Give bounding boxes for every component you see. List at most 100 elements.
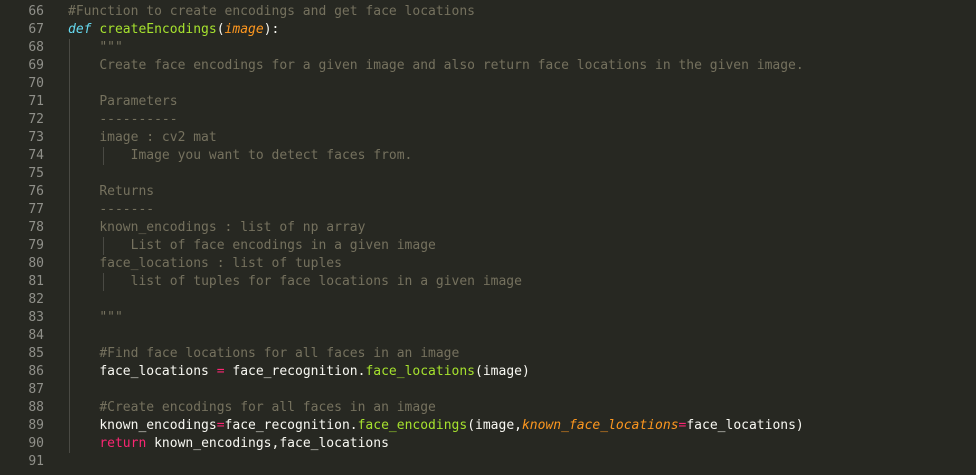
code-token-doc: List of face encodings in a given image bbox=[130, 238, 436, 253]
indentation bbox=[68, 184, 99, 199]
line-number: 73 bbox=[28, 130, 44, 145]
line-number: 89 bbox=[28, 418, 44, 433]
code-line[interactable]: 84 bbox=[0, 327, 976, 345]
code-token-doc: Parameters bbox=[99, 94, 178, 109]
line-number: 77 bbox=[28, 202, 44, 217]
code-text[interactable]: face_locations = face_recognition.face_l… bbox=[68, 363, 530, 381]
code-text[interactable]: List of face encodings in a given image bbox=[68, 237, 436, 255]
code-line[interactable]: 86 face_locations = face_recognition.fac… bbox=[0, 363, 976, 381]
line-number: 78 bbox=[28, 220, 44, 235]
code-line[interactable]: 80 face_locations : list of tuples bbox=[0, 255, 976, 273]
code-line[interactable]: 72 ---------- bbox=[0, 111, 976, 129]
code-text[interactable]: known_encodings : list of np array bbox=[68, 219, 365, 237]
code-token-comment: #Create encodings for all faces in an im… bbox=[99, 400, 436, 415]
code-token-doc: """ bbox=[99, 310, 123, 325]
line-number: 76 bbox=[28, 184, 44, 199]
line-number: 79 bbox=[28, 238, 44, 253]
code-line[interactable]: 83 """ bbox=[0, 309, 976, 327]
code-text[interactable]: """ bbox=[68, 309, 123, 327]
code-token-doc: face_locations : list of tuples bbox=[99, 256, 342, 271]
code-token-plain: face_recognition. bbox=[224, 364, 366, 379]
line-number: 82 bbox=[28, 292, 44, 307]
line-number: 86 bbox=[28, 364, 44, 379]
code-text[interactable]: #Find face locations for all faces in an… bbox=[68, 345, 459, 363]
code-token-param: known_face_locations bbox=[521, 418, 679, 433]
code-token-doc: image : cv2 mat bbox=[99, 130, 217, 145]
code-token-plain: known_encodings bbox=[99, 418, 217, 433]
code-text[interactable]: list of tuples for face locations in a g… bbox=[68, 273, 522, 291]
indent-guide bbox=[69, 165, 70, 183]
code-text[interactable]: Parameters bbox=[68, 93, 178, 111]
code-token-plain: face_recognition. bbox=[224, 418, 358, 433]
line-number: 84 bbox=[28, 328, 44, 343]
line-number: 72 bbox=[28, 112, 44, 127]
code-text[interactable]: def createEncodings(image): bbox=[68, 21, 279, 39]
code-token-keyword: def bbox=[68, 22, 92, 37]
code-line[interactable]: 73 image : cv2 mat bbox=[0, 129, 976, 147]
code-token-doc: """ bbox=[99, 40, 123, 55]
code-token-op: = bbox=[216, 418, 225, 433]
line-number: 74 bbox=[28, 148, 44, 163]
line-number: 83 bbox=[28, 310, 44, 325]
code-text[interactable]: Create face encodings for a given image … bbox=[68, 57, 804, 75]
code-line[interactable]: 66 #Function to create encodings and get … bbox=[0, 3, 976, 21]
line-number: 91 bbox=[28, 454, 44, 469]
line-number: 81 bbox=[28, 274, 44, 289]
code-line[interactable]: 74 Image you want to detect faces from. bbox=[0, 147, 976, 165]
code-line[interactable]: 67 def createEncodings(image): bbox=[0, 21, 976, 39]
code-text[interactable]: Returns bbox=[68, 183, 154, 201]
indentation bbox=[68, 130, 99, 145]
line-number: 87 bbox=[28, 382, 44, 397]
code-token-plain: ): bbox=[263, 22, 280, 37]
indentation bbox=[68, 220, 99, 235]
code-token-doc: Returns bbox=[99, 184, 155, 199]
code-text[interactable]: ------- bbox=[68, 201, 154, 219]
code-token-doc: Create face encodings for a given image … bbox=[99, 58, 804, 73]
code-line[interactable]: 88 #Create encodings for all faces in an… bbox=[0, 399, 976, 417]
code-line[interactable]: 75 bbox=[0, 165, 976, 183]
code-line[interactable]: 69 Create face encodings for a given ima… bbox=[0, 57, 976, 75]
indent-guide bbox=[69, 381, 70, 399]
code-editor[interactable]: 66 #Function to create encodings and get … bbox=[0, 3, 976, 475]
indentation bbox=[68, 418, 99, 433]
code-text[interactable]: ---------- bbox=[68, 111, 178, 129]
code-text[interactable]: """ bbox=[68, 39, 123, 57]
code-token-plain: face_locations) bbox=[686, 418, 804, 433]
indentation bbox=[68, 148, 131, 163]
line-number: 70 bbox=[28, 76, 44, 91]
code-line[interactable]: 68 """ bbox=[0, 39, 976, 57]
code-line[interactable]: 76 Returns bbox=[0, 183, 976, 201]
code-line[interactable]: 78 known_encodings : list of np array bbox=[0, 219, 976, 237]
code-token-doc: known_encodings : list of np array bbox=[99, 220, 366, 235]
code-line[interactable]: 82 bbox=[0, 291, 976, 309]
line-number: 75 bbox=[28, 166, 44, 181]
line-number: 80 bbox=[28, 256, 44, 271]
code-token-comment: #Function to create encodings and get fa… bbox=[68, 4, 475, 19]
code-line[interactable]: 77 ------- bbox=[0, 201, 976, 219]
indentation bbox=[68, 58, 99, 73]
code-text[interactable]: Image you want to detect faces from. bbox=[68, 147, 413, 165]
code-text[interactable]: #Function to create encodings and get fa… bbox=[68, 3, 475, 21]
code-text[interactable]: face_locations : list of tuples bbox=[68, 255, 342, 273]
code-text[interactable]: known_encodings=face_recognition.face_en… bbox=[68, 417, 804, 435]
code-line[interactable]: 71 Parameters bbox=[0, 93, 976, 111]
code-token-plain: (image) bbox=[475, 364, 530, 379]
code-line[interactable]: 90 return known_encodings,face_locations bbox=[0, 435, 976, 453]
code-token-doc: ---------- bbox=[99, 112, 178, 127]
code-line[interactable]: 79 List of face encodings in a given ima… bbox=[0, 237, 976, 255]
code-line[interactable]: 85 #Find face locations for all faces in… bbox=[0, 345, 976, 363]
code-line[interactable]: 91 bbox=[0, 453, 976, 471]
code-line[interactable]: 81 list of tuples for face locations in … bbox=[0, 273, 976, 291]
line-number: 66 bbox=[28, 4, 44, 19]
code-line[interactable]: 87 bbox=[0, 381, 976, 399]
code-token-plain: face_locations bbox=[99, 364, 217, 379]
code-text[interactable]: return known_encodings,face_locations bbox=[68, 435, 389, 453]
code-token-doc: list of tuples for face locations in a g… bbox=[130, 274, 522, 289]
line-number: 90 bbox=[28, 436, 44, 451]
code-text[interactable]: #Create encodings for all faces in an im… bbox=[68, 399, 436, 417]
code-line[interactable]: 70 bbox=[0, 75, 976, 93]
code-text[interactable]: image : cv2 mat bbox=[68, 129, 217, 147]
indentation bbox=[68, 436, 99, 451]
code-line[interactable]: 89 known_encodings=face_recognition.face… bbox=[0, 417, 976, 435]
code-token-doc: Image you want to detect faces from. bbox=[130, 148, 413, 163]
